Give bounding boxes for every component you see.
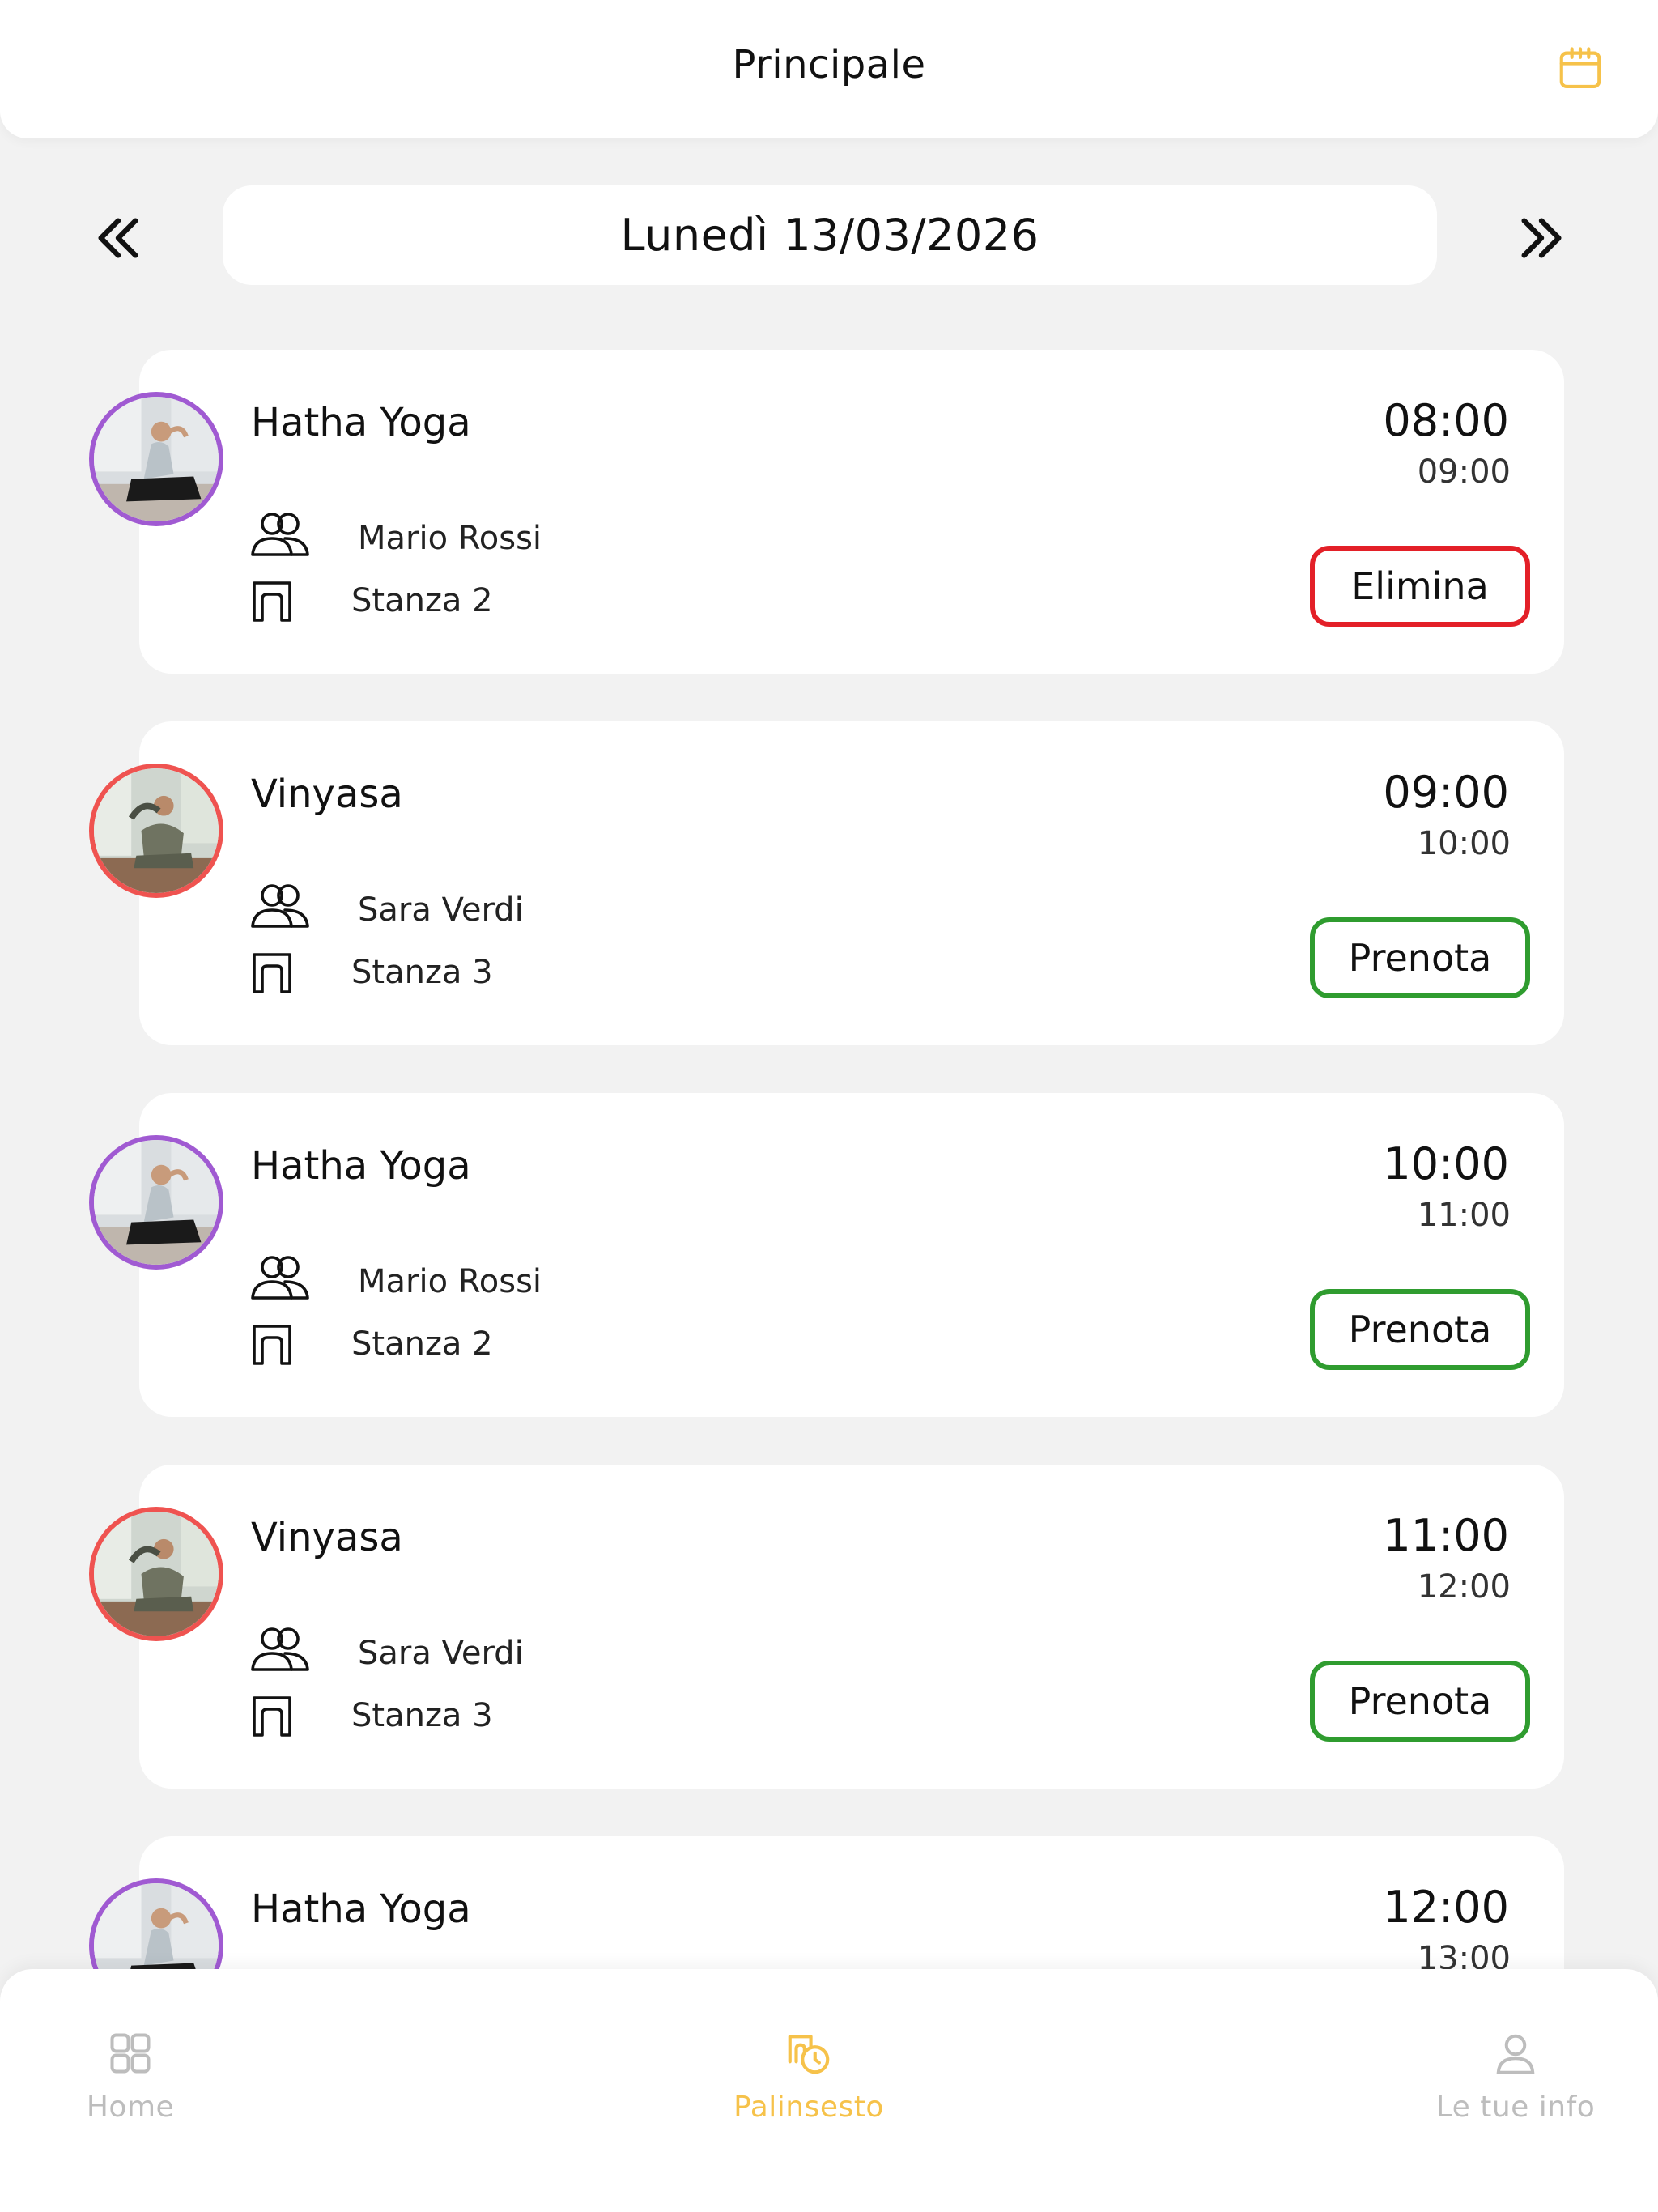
bottom-tab-bar: Home Palinsesto Le tue info [0,1969,1658,2212]
class-name: Vinyasa [251,1515,403,1560]
end-time: 09:00 [1417,453,1511,491]
end-time: 11:00 [1417,1197,1511,1234]
room-icon [249,1319,314,1369]
room-icon [249,576,314,626]
delete-booking-button[interactable]: Elimina [1310,546,1530,627]
class-card: Hatha Yoga Mario Rossi Stanza 2 08:00 09… [89,350,1564,674]
user-icon [1490,2027,1541,2079]
class-card: Vinyasa Sara Verdi Stanza 3 09:00 10:00 … [89,721,1564,1045]
room-icon [249,1691,314,1741]
previous-day-button[interactable] [86,206,151,270]
top-app-bar: Principale [0,0,1658,138]
chevron-double-right-icon [1521,218,1562,258]
instructor-name: Mario Rossi [358,1263,542,1300]
room-name: Stanza 3 [351,1697,493,1734]
instructor-avatar [89,392,223,526]
people-icon [249,1623,314,1674]
current-date: Lunedì 13/03/2026 [223,185,1437,285]
room-name: Stanza 2 [351,582,493,619]
book-button[interactable]: Prenota [1310,1289,1530,1370]
instructor-name: Mario Rossi [358,520,542,557]
room-name: Stanza 2 [351,1325,493,1363]
class-name: Hatha Yoga [251,1143,471,1189]
people-icon [249,880,314,930]
start-time: 11:00 [1383,1510,1509,1561]
start-time: 09:00 [1383,767,1509,818]
class-name: Hatha Yoga [251,1887,471,1932]
class-card: Hatha Yoga Mario Rossi Stanza 2 10:00 11… [89,1093,1564,1417]
tab-info-label: Le tue info [1435,2091,1596,2124]
calendar-icon [1559,47,1601,89]
end-time: 10:00 [1417,825,1511,862]
room-name: Stanza 3 [351,954,493,991]
instructor-avatar [89,1135,223,1270]
tab-home[interactable]: Home [25,2027,236,2157]
class-name: Vinyasa [251,772,403,817]
end-time: 12:00 [1417,1568,1511,1606]
instructor-name: Sara Verdi [358,1635,524,1672]
class-name: Hatha Yoga [251,400,471,445]
page-title: Principale [732,42,926,87]
start-time: 12:00 [1383,1882,1509,1933]
book-button[interactable]: Prenota [1310,917,1530,998]
start-time: 10:00 [1383,1138,1509,1189]
grid-icon [104,2027,156,2079]
class-card: Vinyasa Sara Verdi Stanza 3 11:00 12:00 … [89,1465,1564,1789]
calendar-button[interactable] [1553,40,1608,97]
tab-home-label: Home [86,2091,175,2124]
tab-schedule[interactable]: Palinsesto [704,2027,914,2157]
tab-info[interactable]: Le tue info [1410,2027,1621,2157]
instructor-avatar [89,764,223,898]
chevron-double-left-icon [98,218,138,258]
people-icon [249,1252,314,1302]
instructor-name: Sara Verdi [358,891,524,929]
tab-schedule-label: Palinsesto [733,2091,884,2124]
people-icon [249,508,314,559]
next-day-button[interactable] [1509,206,1574,270]
instructor-avatar [89,1507,223,1641]
room-icon [249,947,314,998]
schedule-icon [783,2027,835,2079]
book-button[interactable]: Prenota [1310,1661,1530,1742]
start-time: 08:00 [1383,395,1509,446]
